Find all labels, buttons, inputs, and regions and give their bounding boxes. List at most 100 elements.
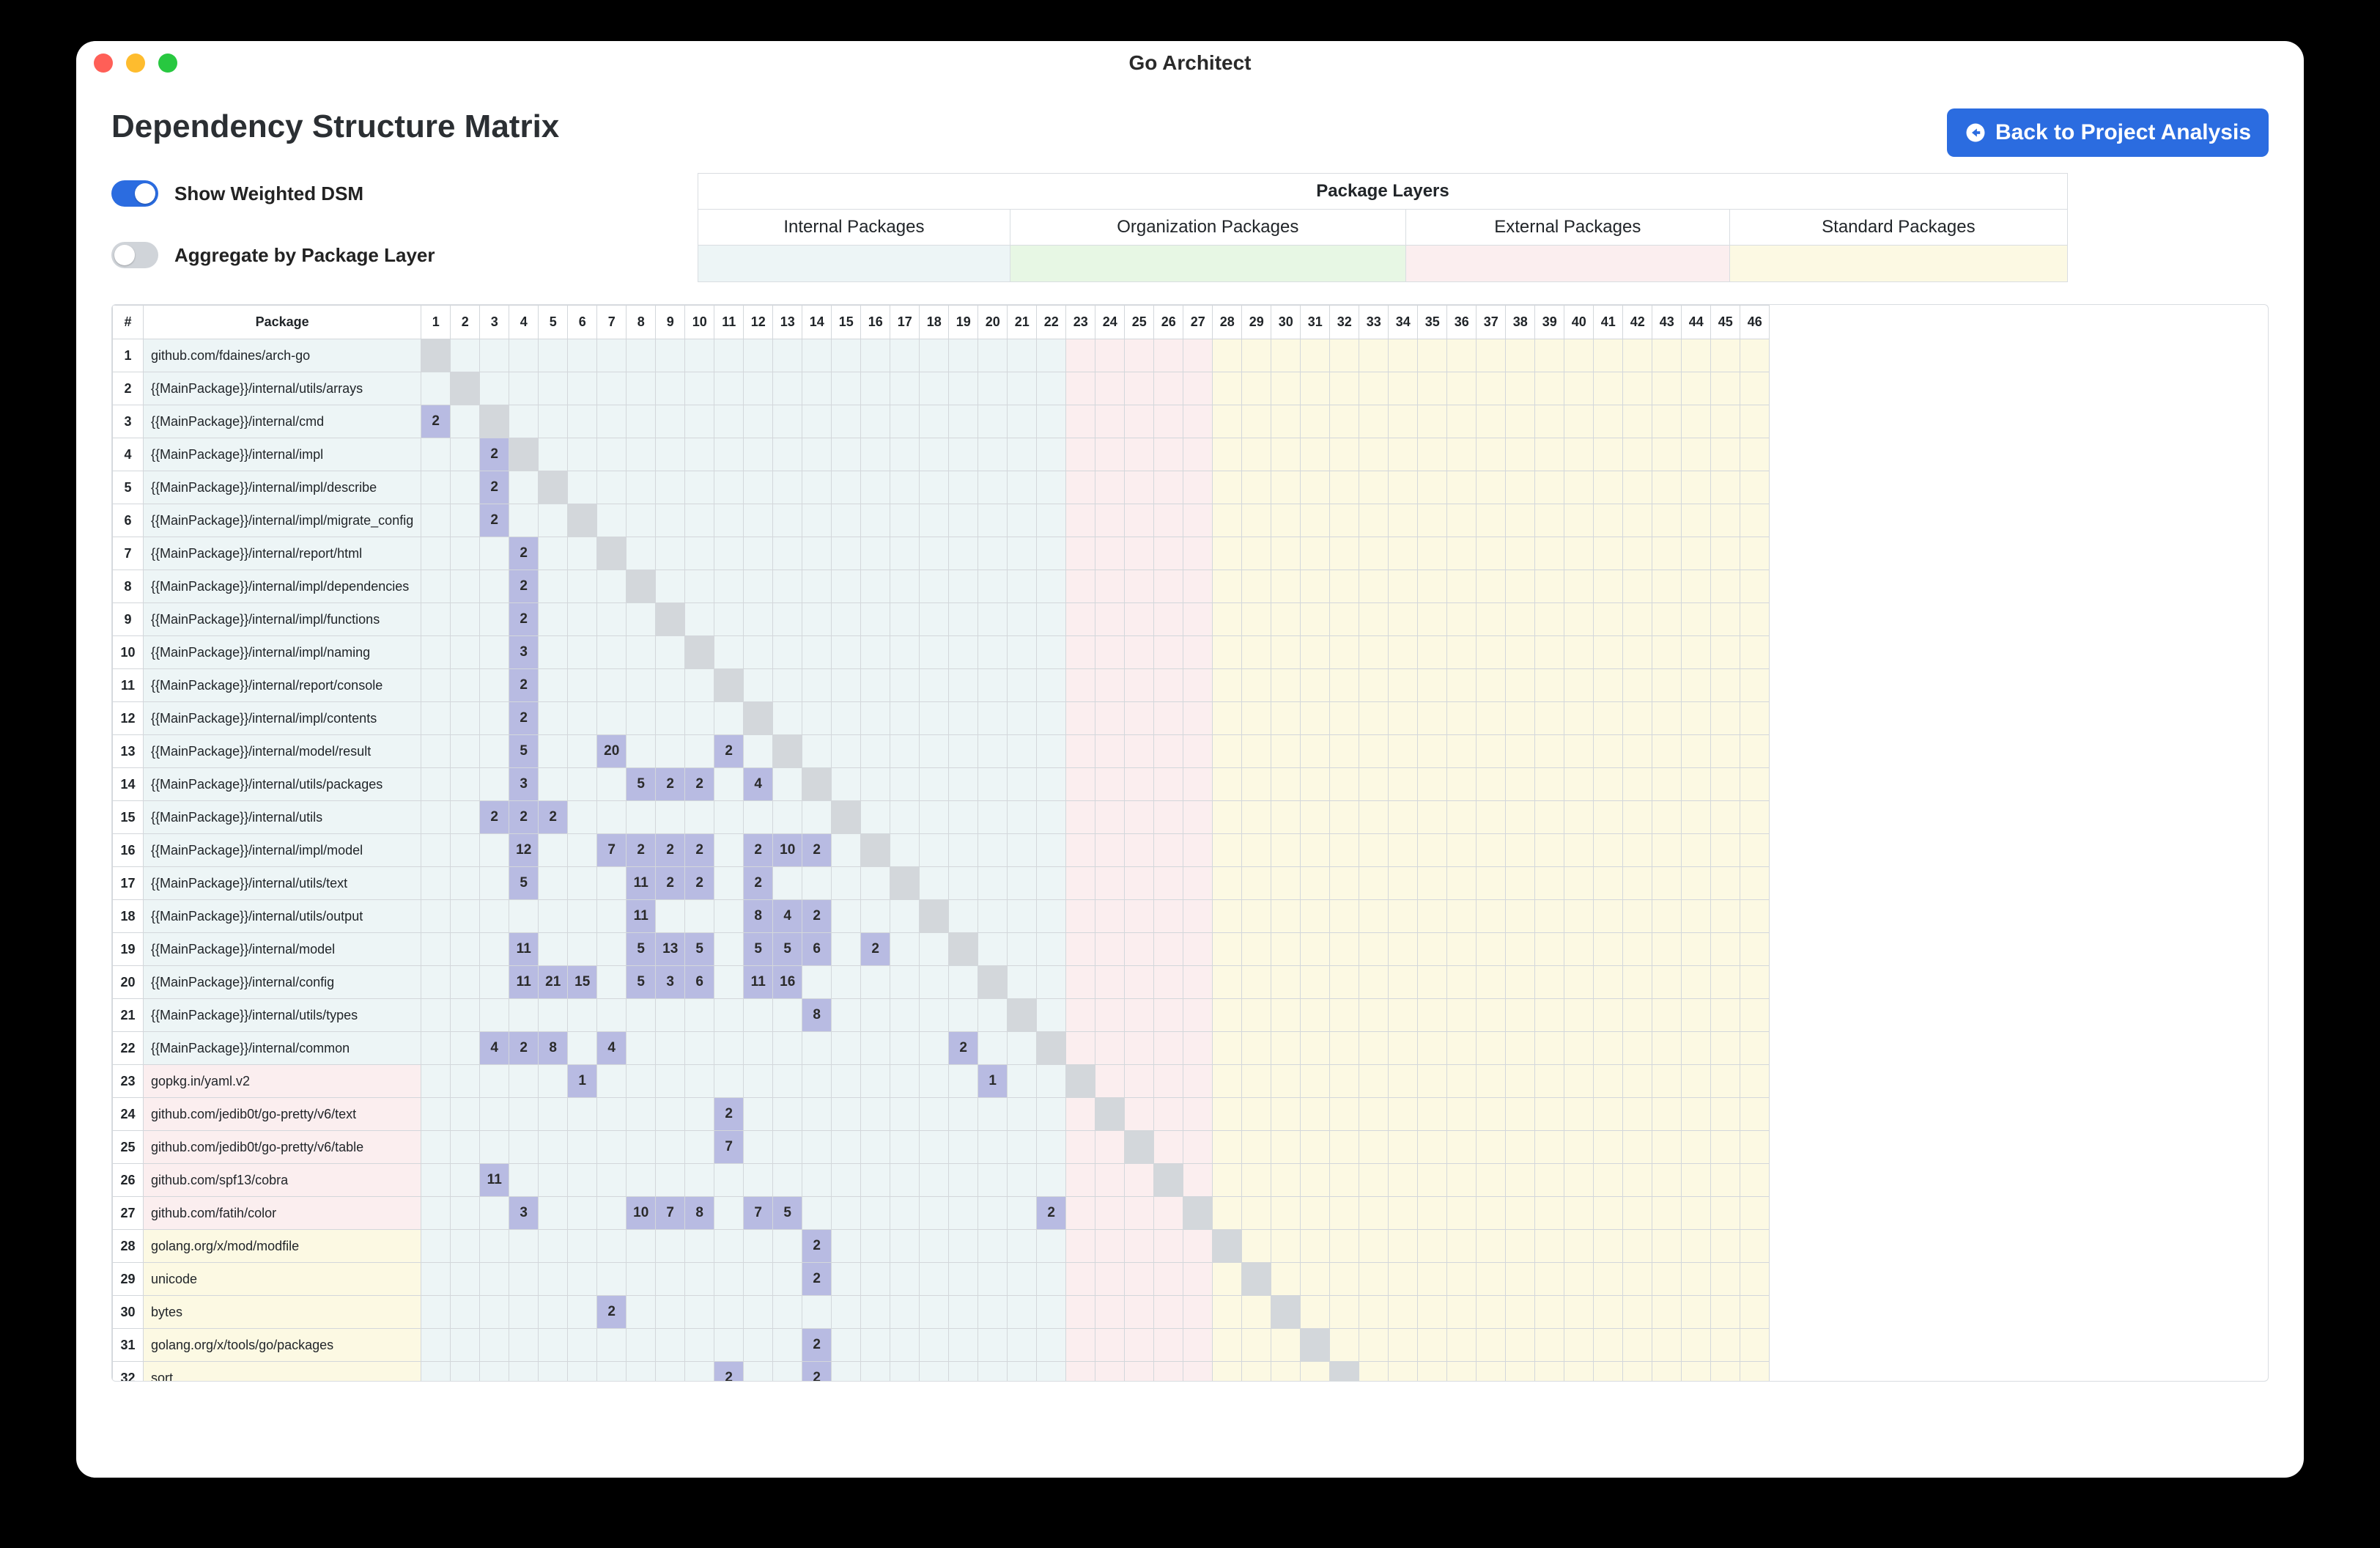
toggle-weighted-dsm[interactable] bbox=[111, 180, 158, 207]
dsm-cell bbox=[1066, 669, 1095, 702]
dsm-cell bbox=[421, 1197, 451, 1230]
dsm-cell bbox=[1506, 603, 1535, 636]
dsm-cell bbox=[685, 1329, 714, 1362]
dsm-row-num: 22 bbox=[113, 1032, 144, 1065]
dsm-cell: 7 bbox=[744, 1197, 773, 1230]
dsm-cell bbox=[1213, 1362, 1242, 1382]
dsm-row: 13{{MainPackage}}/internal/model/result5… bbox=[113, 735, 1770, 768]
dsm-cell bbox=[773, 1329, 802, 1362]
dsm-cell bbox=[1359, 537, 1389, 570]
dsm-cell bbox=[744, 405, 773, 438]
dsm-cell bbox=[1359, 834, 1389, 867]
dsm-cell bbox=[1125, 669, 1154, 702]
dsm-cell bbox=[890, 1197, 920, 1230]
dsm-cell bbox=[539, 1230, 568, 1263]
dsm-row-package: unicode bbox=[144, 1263, 421, 1296]
dsm-cell bbox=[421, 504, 451, 537]
back-to-project-button[interactable]: Back to Project Analysis bbox=[1947, 108, 2269, 157]
dsm-cell bbox=[1477, 1263, 1506, 1296]
dsm-col-39: 39 bbox=[1535, 306, 1564, 339]
dsm-cell bbox=[1037, 999, 1066, 1032]
dsm-cell bbox=[1535, 438, 1564, 471]
dsm-cell bbox=[509, 1230, 539, 1263]
dsm-cell bbox=[832, 1065, 861, 1098]
dsm-cell bbox=[451, 1230, 480, 1263]
dsm-cell bbox=[1740, 1296, 1770, 1329]
dsm-cell bbox=[773, 339, 802, 372]
dsm-cell bbox=[1682, 1197, 1711, 1230]
dsm-cell bbox=[451, 933, 480, 966]
dsm-cell bbox=[1535, 504, 1564, 537]
dsm-cell bbox=[1418, 834, 1447, 867]
dsm-cell bbox=[1564, 1131, 1594, 1164]
dsm-cell: 13 bbox=[656, 933, 685, 966]
dsm-cell bbox=[1477, 603, 1506, 636]
window-minimize-button[interactable] bbox=[126, 54, 145, 73]
dsm-cell bbox=[539, 1164, 568, 1197]
dsm-cell bbox=[1418, 471, 1447, 504]
dsm-row-num: 14 bbox=[113, 768, 144, 801]
dsm-cell bbox=[832, 900, 861, 933]
dsm-cell bbox=[1535, 1065, 1564, 1098]
dsm-col-package: Package bbox=[144, 306, 421, 339]
dsm-cell bbox=[627, 372, 656, 405]
dsm-col-20: 20 bbox=[978, 306, 1008, 339]
dsm-cell bbox=[1242, 504, 1271, 537]
dsm-cell bbox=[1564, 1164, 1594, 1197]
dsm-row-num: 25 bbox=[113, 1131, 144, 1164]
dsm-cell bbox=[1740, 504, 1770, 537]
dsm-cell bbox=[773, 504, 802, 537]
dsm-cell bbox=[744, 801, 773, 834]
dsm-cell bbox=[1301, 405, 1330, 438]
dsm-col-25: 25 bbox=[1125, 306, 1154, 339]
dsm-cell bbox=[714, 966, 744, 999]
dsm-cell bbox=[1506, 1032, 1535, 1065]
dsm-cell bbox=[1564, 669, 1594, 702]
dsm-cell bbox=[1418, 933, 1447, 966]
dsm-cell bbox=[1095, 900, 1125, 933]
dsm-cell bbox=[685, 372, 714, 405]
dsm-row-num: 13 bbox=[113, 735, 144, 768]
dsm-cell: 5 bbox=[773, 933, 802, 966]
dsm-cell bbox=[1623, 372, 1652, 405]
dsm-cell bbox=[1066, 1296, 1095, 1329]
dsm-cell bbox=[1682, 1230, 1711, 1263]
dsm-cell bbox=[1183, 471, 1213, 504]
dsm-cell: 2 bbox=[802, 900, 832, 933]
window-maximize-button[interactable] bbox=[158, 54, 177, 73]
dsm-cell bbox=[568, 900, 597, 933]
dsm-cell bbox=[1066, 1032, 1095, 1065]
dsm-cell bbox=[1711, 636, 1740, 669]
dsm-cell bbox=[539, 867, 568, 900]
dsm-cell bbox=[773, 603, 802, 636]
dsm-cell bbox=[920, 966, 949, 999]
dsm-cell bbox=[1564, 1197, 1594, 1230]
dsm-cell bbox=[1125, 1131, 1154, 1164]
dsm-cell bbox=[1037, 471, 1066, 504]
dsm-cell bbox=[1037, 405, 1066, 438]
dsm-cell bbox=[1095, 603, 1125, 636]
dsm-cell: 2 bbox=[714, 735, 744, 768]
toggle-aggregate-layer[interactable] bbox=[111, 242, 158, 268]
dsm-cell bbox=[656, 603, 685, 636]
dsm-cell bbox=[1682, 867, 1711, 900]
window-close-button[interactable] bbox=[94, 54, 113, 73]
dsm-cell bbox=[1564, 867, 1594, 900]
dsm-row: 17{{MainPackage}}/internal/utils/text511… bbox=[113, 867, 1770, 900]
dsm-cell bbox=[744, 438, 773, 471]
dsm-cell: 5 bbox=[627, 933, 656, 966]
dsm-cell bbox=[978, 471, 1008, 504]
dsm-cell bbox=[1271, 702, 1301, 735]
dsm-cell bbox=[1359, 933, 1389, 966]
dsm-cell bbox=[949, 1098, 978, 1131]
layer-col-standard: Standard Packages bbox=[1729, 210, 2067, 246]
dsm-cell bbox=[685, 1230, 714, 1263]
dsm-cell bbox=[1125, 933, 1154, 966]
dsm-cell bbox=[1271, 1131, 1301, 1164]
dsm-container[interactable]: #Package12345678910111213141516171819202… bbox=[111, 304, 2269, 1382]
dsm-cell bbox=[656, 1065, 685, 1098]
dsm-cell bbox=[1213, 933, 1242, 966]
dsm-cell bbox=[714, 1197, 744, 1230]
dsm-cell bbox=[861, 702, 890, 735]
dsm-cell bbox=[539, 504, 568, 537]
